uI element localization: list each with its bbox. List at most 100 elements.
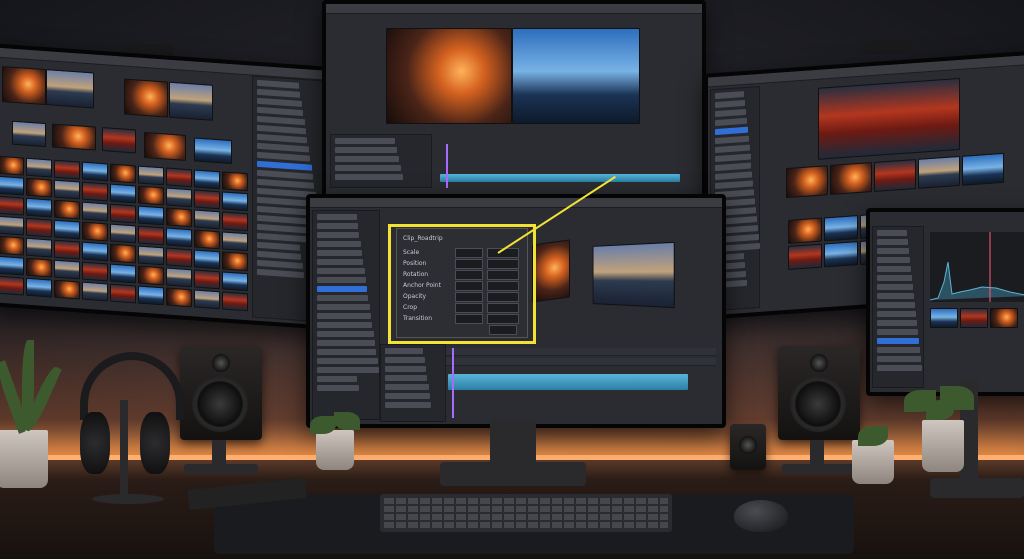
media-thumb[interactable] xyxy=(110,203,136,224)
media-thumb[interactable] xyxy=(194,209,220,230)
media-thumb[interactable] xyxy=(82,281,108,302)
tree-row[interactable] xyxy=(257,106,304,117)
media-thumb[interactable] xyxy=(26,237,52,258)
tree-row[interactable] xyxy=(335,174,403,180)
tree-row[interactable] xyxy=(257,115,305,126)
tree-row[interactable] xyxy=(335,156,399,162)
tree-row[interactable] xyxy=(257,142,309,153)
media-thumb[interactable] xyxy=(54,279,80,300)
tree-row[interactable] xyxy=(257,133,308,144)
media-thumb[interactable] xyxy=(26,197,52,218)
media-thumb[interactable] xyxy=(26,177,52,198)
tree-row[interactable] xyxy=(715,171,753,181)
media-thumb[interactable] xyxy=(82,181,108,202)
tree-row[interactable] xyxy=(317,385,359,391)
tree-row[interactable] xyxy=(317,367,380,373)
media-thumb[interactable] xyxy=(54,259,80,280)
tree-row[interactable] xyxy=(317,376,358,382)
tree-row[interactable] xyxy=(715,162,752,172)
media-thumb[interactable] xyxy=(0,215,24,236)
tree-row[interactable] xyxy=(877,302,915,308)
tree-row[interactable] xyxy=(385,366,426,372)
tree-row[interactable] xyxy=(257,151,311,162)
media-thumb[interactable] xyxy=(138,265,164,286)
media-thumb[interactable] xyxy=(26,257,52,278)
tree-row[interactable] xyxy=(317,349,377,355)
tree-row[interactable] xyxy=(877,320,917,326)
tree-row[interactable] xyxy=(257,259,303,270)
tree-row[interactable] xyxy=(335,138,395,144)
tree-row[interactable] xyxy=(317,331,374,337)
tree-row[interactable] xyxy=(317,250,362,256)
tree-row[interactable] xyxy=(317,295,369,301)
tree-row[interactable] xyxy=(257,268,304,279)
media-thumb[interactable] xyxy=(54,199,80,220)
tree-row[interactable] xyxy=(257,88,301,98)
tree-row[interactable] xyxy=(715,126,748,136)
media-thumb[interactable] xyxy=(222,231,248,252)
media-thumb[interactable] xyxy=(110,283,136,304)
tree-row[interactable] xyxy=(877,230,907,236)
tree-row[interactable] xyxy=(317,232,360,238)
tree-row[interactable] xyxy=(385,375,428,381)
tree-row[interactable] xyxy=(317,313,372,319)
tree-row[interactable] xyxy=(317,214,357,220)
tree-row[interactable] xyxy=(877,356,921,362)
tree-row[interactable] xyxy=(317,268,365,274)
media-thumb[interactable] xyxy=(82,161,108,182)
media-thumb[interactable] xyxy=(0,275,24,296)
tree-row[interactable] xyxy=(877,257,910,263)
media-thumb[interactable] xyxy=(222,211,248,232)
media-thumb[interactable] xyxy=(194,249,220,270)
tree-row[interactable] xyxy=(257,97,302,107)
tree-row[interactable] xyxy=(715,99,745,109)
media-thumb[interactable] xyxy=(166,167,192,188)
tree-row[interactable] xyxy=(877,284,913,290)
tree-row[interactable] xyxy=(385,402,432,408)
tree-row[interactable] xyxy=(877,365,922,371)
media-thumb[interactable] xyxy=(166,287,192,308)
tree-row[interactable] xyxy=(715,153,751,163)
tree-row[interactable] xyxy=(257,169,313,180)
media-thumb[interactable] xyxy=(54,179,80,200)
tree-row[interactable] xyxy=(715,135,749,145)
media-thumb[interactable] xyxy=(82,221,108,242)
tree-row[interactable] xyxy=(877,311,916,317)
media-thumb[interactable] xyxy=(54,159,80,180)
tree-row[interactable] xyxy=(715,108,746,118)
tree-row[interactable] xyxy=(877,329,918,335)
tree-row[interactable] xyxy=(257,160,312,171)
media-thumb[interactable] xyxy=(0,235,24,256)
media-thumb[interactable] xyxy=(26,217,52,238)
tree-row[interactable] xyxy=(317,223,358,229)
tree-row[interactable] xyxy=(317,304,370,310)
media-thumb[interactable] xyxy=(138,245,164,266)
media-thumb[interactable] xyxy=(110,183,136,204)
media-thumb[interactable] xyxy=(166,247,192,268)
media-thumb[interactable] xyxy=(194,189,220,210)
tree-row[interactable] xyxy=(877,293,914,299)
media-thumb[interactable] xyxy=(194,169,220,190)
tree-row[interactable] xyxy=(877,266,911,272)
tree-row[interactable] xyxy=(257,250,302,260)
media-thumb[interactable] xyxy=(26,157,52,178)
tree-row[interactable] xyxy=(715,91,744,100)
tree-row[interactable] xyxy=(335,147,397,153)
media-thumb[interactable] xyxy=(138,165,164,186)
tree-row[interactable] xyxy=(385,384,429,390)
media-thumb[interactable] xyxy=(166,207,192,228)
tree-row[interactable] xyxy=(877,275,912,281)
tree-row[interactable] xyxy=(715,117,747,127)
tree-row[interactable] xyxy=(715,180,754,190)
media-thumb[interactable] xyxy=(194,289,220,310)
media-thumb[interactable] xyxy=(26,277,52,298)
tree-row[interactable] xyxy=(877,338,919,344)
media-thumb[interactable] xyxy=(222,191,248,212)
media-thumb[interactable] xyxy=(0,175,24,196)
media-thumb[interactable] xyxy=(82,241,108,262)
tree-row[interactable] xyxy=(317,277,366,283)
tree-row[interactable] xyxy=(385,393,430,399)
media-thumb[interactable] xyxy=(194,269,220,290)
media-thumb[interactable] xyxy=(110,163,136,184)
tree-row[interactable] xyxy=(877,239,908,245)
